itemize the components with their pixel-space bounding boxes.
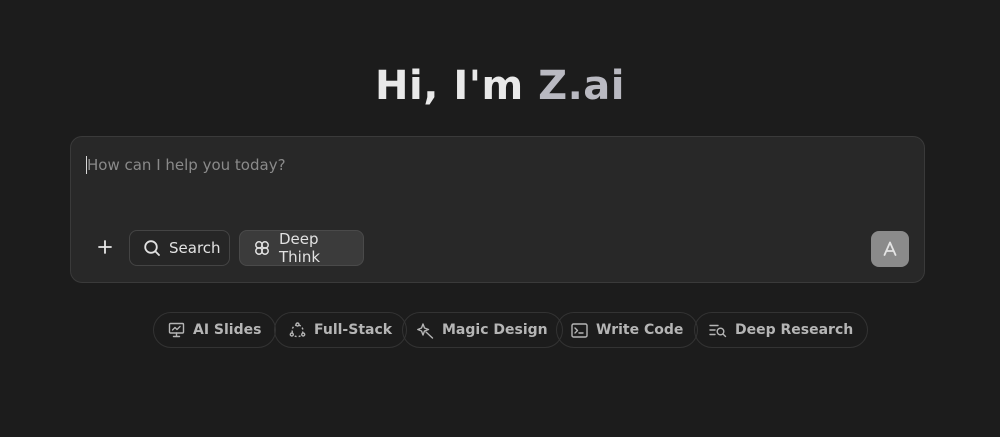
suggestion-chips: AI Slides Full-Stack Magic Design Write … [0, 312, 1000, 348]
greeting-text: Hi, I'm [375, 63, 539, 109]
page: Hi, I'm Z.ai Search [0, 0, 1000, 437]
magic-design-icon [417, 322, 434, 339]
search-toggle-button[interactable]: Search [129, 230, 230, 266]
page-title: Hi, I'm Z.ai [0, 60, 1000, 112]
terminal-icon [571, 322, 588, 338]
send-arrow-icon [883, 241, 897, 256]
text-caret [86, 156, 87, 174]
suggestion-label: Full-Stack [314, 322, 393, 338]
plus-icon [98, 240, 112, 254]
suggestion-full-stack[interactable]: Full-Stack [274, 312, 408, 348]
deep-think-label: Deep Think [279, 230, 321, 266]
suggestion-magic-design[interactable]: Magic Design [402, 312, 563, 348]
suggestion-label: AI Slides [193, 322, 262, 338]
suggestion-label: Write Code [596, 322, 684, 338]
suggestion-label: Magic Design [442, 322, 548, 338]
cycle-icon [289, 321, 306, 337]
send-button[interactable] [871, 231, 909, 267]
suggestion-deep-research[interactable]: Deep Research [694, 312, 869, 348]
suggestion-label: Deep Research [735, 322, 854, 338]
search-toggle-label: Search [169, 239, 221, 257]
deep-think-toggle-button[interactable]: Deep Think [239, 230, 364, 266]
suggestion-write-code[interactable]: Write Code [556, 312, 699, 348]
presentation-icon [168, 322, 185, 338]
research-icon [709, 324, 727, 337]
chat-composer: Search Deep Think [70, 136, 925, 283]
brand-name: Z.ai [538, 63, 625, 109]
deep-think-icon [255, 241, 269, 255]
search-icon [144, 240, 160, 256]
add-attachment-button[interactable] [91, 233, 119, 261]
prompt-input[interactable] [87, 153, 867, 177]
suggestion-ai-slides[interactable]: AI Slides [153, 312, 277, 348]
